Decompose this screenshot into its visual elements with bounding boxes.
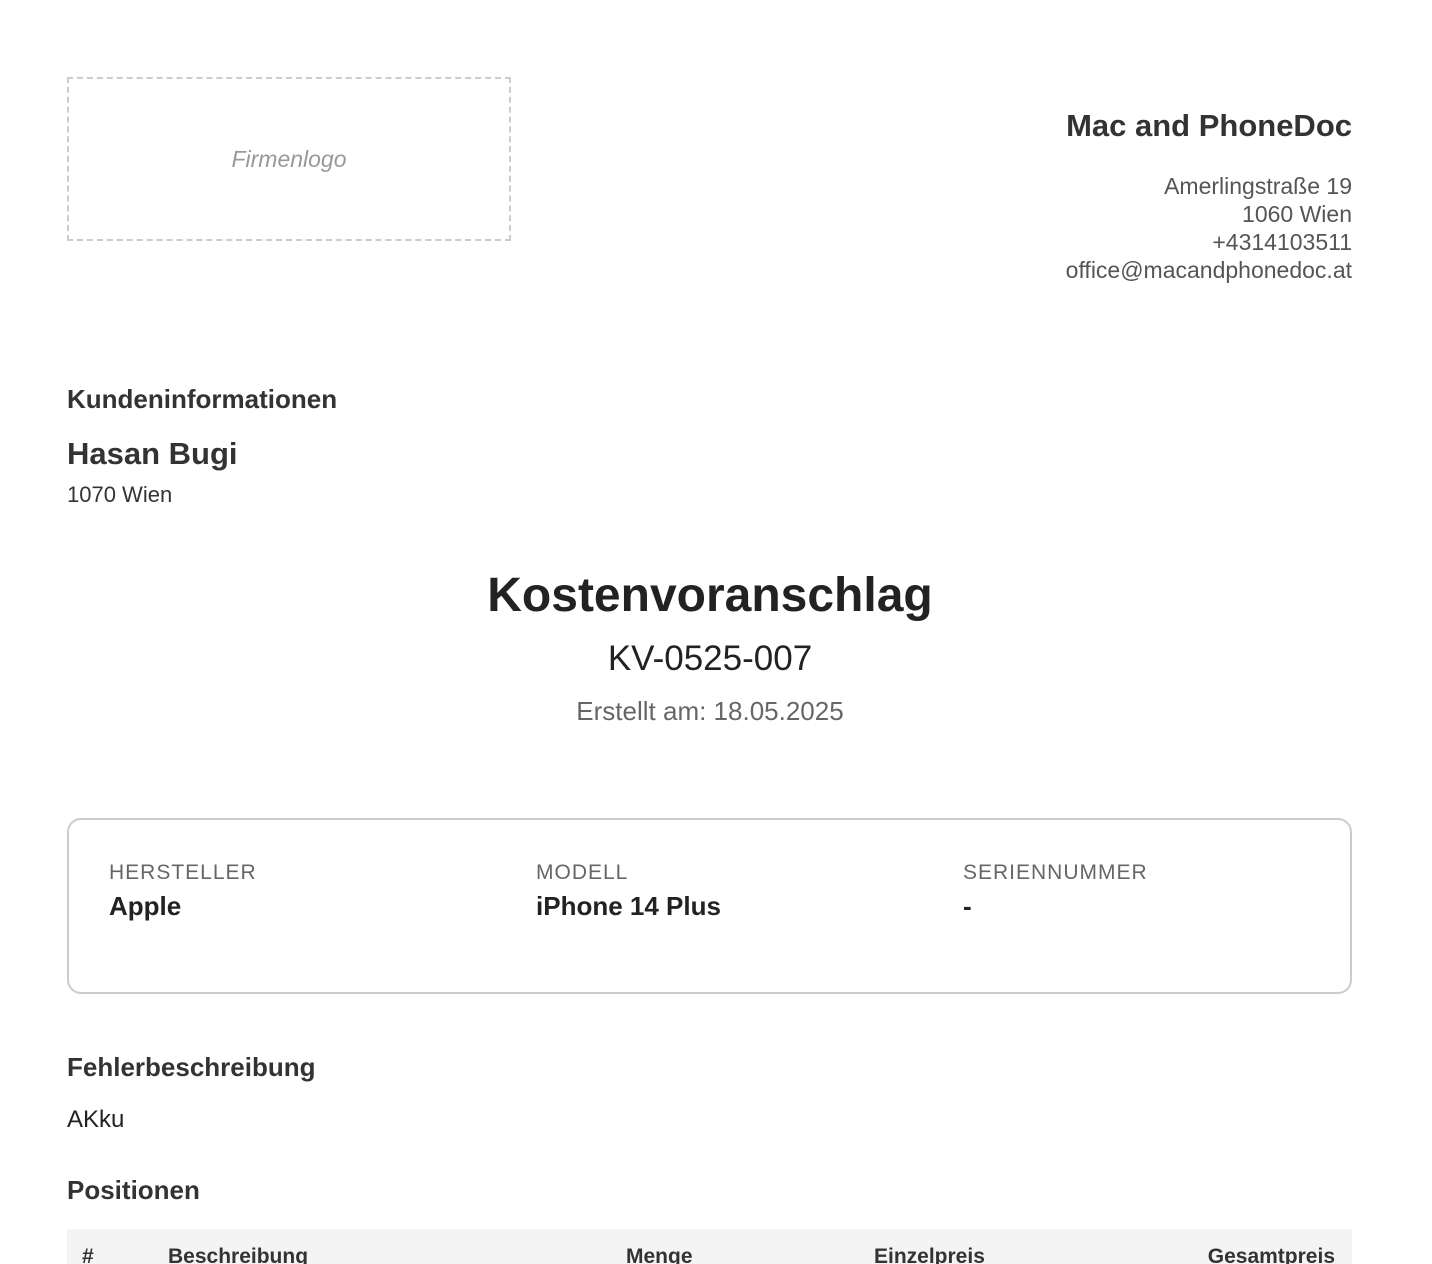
device-info-card: HERSTELLER Apple MODELL iPhone 14 Plus S… (67, 818, 1352, 994)
company-email: office@macandphonedoc.at (1065, 257, 1352, 283)
customer-section-heading: Kundeninformationen (67, 384, 338, 414)
quote-page: Firmenlogo Mac and PhoneDoc Amerlingstra… (0, 0, 1432, 1264)
device-manufacturer: HERSTELLER Apple (109, 860, 257, 922)
manufacturer-label: HERSTELLER (109, 861, 257, 884)
manufacturer-value: Apple (109, 891, 182, 921)
fault-section-heading: Fehlerbeschreibung (67, 1052, 316, 1082)
company-name: Mac and PhoneDoc (1066, 108, 1352, 143)
fault-description: AKku (67, 1106, 125, 1133)
column-header-index: # (82, 1245, 94, 1264)
model-value: iPhone 14 Plus (536, 891, 721, 921)
model-label: MODELL (536, 861, 629, 884)
device-serial: SERIENNUMMER - (963, 860, 1148, 922)
document-title-block: Kostenvoranschlag KV-0525-007 Erstellt a… (0, 566, 1420, 727)
company-phone: +4314103511 (1212, 229, 1352, 255)
company-info: Mac and PhoneDoc Amerlingstraße 19 1060 … (1066, 106, 1352, 284)
customer-name: Hasan Bugi (67, 436, 238, 471)
logo-placeholder-text: Firmenlogo (231, 145, 347, 172)
document-date: Erstellt am: 18.05.2025 (576, 696, 844, 726)
column-header-total-price: Gesamtpreis (1207, 1245, 1335, 1264)
device-model: MODELL iPhone 14 Plus (536, 860, 721, 922)
positions-table-header: # Beschreibung Menge Einzelpreis Gesamtp… (67, 1229, 1352, 1264)
serial-label: SERIENNUMMER (963, 861, 1148, 884)
column-header-unit-price: Einzelpreis (874, 1245, 985, 1264)
document-number: KV-0525-007 (607, 639, 813, 678)
company-street: Amerlingstraße 19 (1164, 173, 1352, 199)
company-city: 1060 Wien (1242, 201, 1352, 227)
company-logo-placeholder: Firmenlogo (67, 77, 511, 241)
positions-section-heading: Positionen (67, 1175, 200, 1205)
column-header-description: Beschreibung (168, 1245, 309, 1264)
serial-value: - (963, 891, 972, 921)
customer-city: 1070 Wien (67, 482, 173, 507)
column-header-quantity: Menge (626, 1245, 693, 1264)
document-title: Kostenvoranschlag (487, 569, 933, 622)
